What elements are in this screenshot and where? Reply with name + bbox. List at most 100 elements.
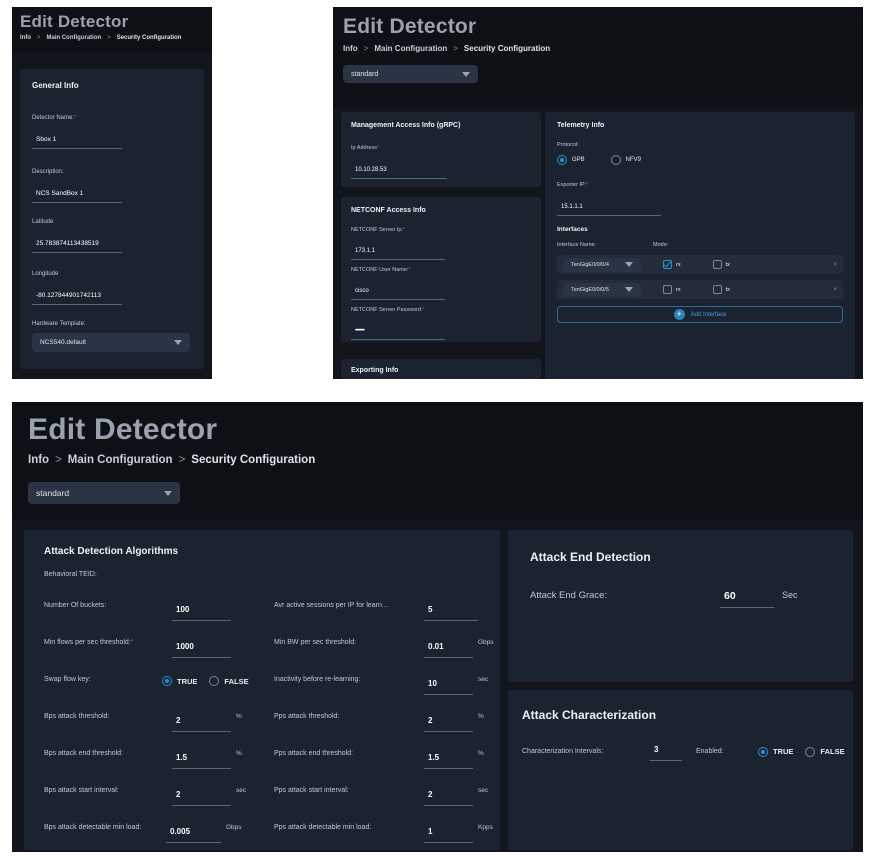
- bps-attack-detectable-min-load-unit: Gbps: [226, 824, 242, 831]
- inactivity-before-relearning-unit: sec: [478, 676, 489, 683]
- bps-attack-detectable-min-load-label: Bps attack detectable min load:: [44, 824, 142, 831]
- min-bw-per-sec-threshold-input[interactable]: 0.01: [424, 636, 473, 658]
- pps-attack-end-threshold-input[interactable]: 1.5: [424, 747, 473, 769]
- detector-name-input[interactable]: Sbox 1: [32, 128, 122, 149]
- breadcrumb-item-security-configuration[interactable]: Security Configuration: [117, 35, 182, 41]
- profile-select-value: standard: [36, 488, 70, 498]
- min-flows-per-sec-threshold-label: Min flows per sec threshold:: [44, 639, 131, 646]
- panel-security-configuration: Edit Detector Info > Main Configuration …: [12, 402, 863, 852]
- bps-attack-threshold-input[interactable]: 2: [172, 710, 231, 732]
- breadcrumb-item-main-configuration[interactable]: Main Configuration: [47, 35, 102, 41]
- protocol-radio-gpb[interactable]: GPB: [557, 155, 585, 165]
- page-title: Edit Detector: [343, 15, 477, 38]
- panel-info-header: Edit Detector Info > Main Configuration …: [12, 7, 212, 52]
- breadcrumb-separator-icon: >: [107, 35, 111, 41]
- mode-rx-checkbox-0[interactable]: [663, 260, 672, 269]
- description-label: Description:: [32, 169, 64, 175]
- pps-attack-detectable-min-load-value: 1: [428, 827, 433, 836]
- remove-interface-button-0[interactable]: ×: [833, 262, 837, 268]
- netconf-password-input[interactable]: ••••••••: [351, 319, 445, 340]
- characterization-intervals-input[interactable]: 3: [650, 739, 682, 761]
- breadcrumb-item-security-configuration[interactable]: Security Configuration: [191, 454, 315, 466]
- netconf-server-ip-input[interactable]: 173.1.1: [351, 239, 445, 260]
- swap-flow-key-radio-true[interactable]: TRUE: [162, 676, 197, 686]
- number-of-buckets-input[interactable]: 100: [172, 599, 231, 621]
- breadcrumb-item-security-configuration[interactable]: Security Configuration: [464, 44, 550, 53]
- breadcrumb-item-main-configuration[interactable]: Main Configuration: [374, 44, 447, 53]
- characterization-enabled-radio-false[interactable]: FALSE: [805, 746, 845, 757]
- page-title: Edit Detector: [20, 12, 129, 31]
- add-interface-button[interactable]: + Add Interface: [557, 306, 843, 323]
- interfaces-title: Interfaces: [557, 226, 588, 233]
- mode-tx-checkbox-1[interactable]: [712, 285, 722, 294]
- breadcrumb-item-info[interactable]: Info: [28, 454, 49, 466]
- min-bw-per-sec-threshold-value: 0.01: [428, 642, 444, 651]
- breadcrumb-item-info[interactable]: Info: [343, 44, 358, 53]
- pps-attack-start-interval-input[interactable]: 2: [424, 784, 473, 806]
- min-flows-per-sec-threshold-value: 1000: [176, 642, 194, 651]
- bps-attack-start-interval-input[interactable]: 2: [172, 784, 231, 806]
- page-title: Edit Detector: [28, 413, 218, 446]
- pps-attack-detectable-min-load-input[interactable]: 1: [424, 821, 473, 843]
- breadcrumb: Info > Main Configuration > Security Con…: [28, 454, 847, 466]
- exporter-ip-input[interactable]: 15.1.1.1: [557, 195, 661, 216]
- inactivity-before-relearning-input[interactable]: 10: [424, 673, 473, 695]
- radio-dot-icon: [805, 746, 816, 757]
- bps-attack-detectable-min-load-input[interactable]: 0.005: [166, 821, 221, 843]
- avr-active-sessions-input[interactable]: 5: [424, 599, 478, 621]
- profile-select[interactable]: standard: [28, 482, 180, 504]
- pps-attack-start-interval-label: Pps attack start interval:: [274, 787, 349, 794]
- description-value: NCS SandBox 1: [36, 190, 84, 197]
- interface-name-select-1[interactable]: TenGigE0/0/0/5: [563, 282, 641, 297]
- breadcrumb-item-info[interactable]: Info: [20, 35, 31, 41]
- breadcrumb-separator-icon: >: [453, 44, 458, 53]
- longitude-label: Longitude: [32, 271, 59, 277]
- profile-select[interactable]: standard: [343, 65, 478, 83]
- detector-name-value: Sbox 1: [36, 136, 57, 143]
- field-row: Pps attack detectable min load: 1 Kpps: [274, 824, 494, 852]
- protocol-radio-nfv9[interactable]: NFV9: [610, 155, 641, 165]
- mode-rx-label: rx: [676, 286, 681, 293]
- attack-end-detection-title: Attack End Detection: [530, 550, 651, 564]
- panel-main-header: Edit Detector Info > Main Configuration …: [333, 7, 863, 107]
- field-row: Pps attack end threshold: 1.5 %: [274, 750, 494, 787]
- field-row: Swap flow key: TRUE FALSE: [44, 676, 259, 713]
- min-bw-per-sec-threshold-unit: Gbps: [478, 639, 494, 646]
- min-flows-per-sec-threshold-input[interactable]: 1000: [172, 636, 231, 658]
- hardware-template-select[interactable]: NCS540.default: [32, 333, 190, 352]
- pps-attack-detectable-min-load-label: Pps attack detectable min load:: [274, 824, 372, 831]
- management-access-title: Management Access Info (gRPC): [351, 122, 461, 129]
- attack-end-grace-input[interactable]: 60: [720, 586, 774, 608]
- swap-flow-key-radio-false[interactable]: FALSE: [209, 676, 249, 686]
- breadcrumb-separator-icon: >: [363, 44, 369, 53]
- panel-security-header: Edit Detector Info > Main Configuration …: [12, 402, 863, 520]
- radio-dot-icon: [610, 155, 621, 165]
- interface-name-column-header: Interface Name:: [557, 242, 597, 248]
- netconf-username-label: NETCONF User Name:: [351, 267, 409, 273]
- mode-rx-checkbox-1[interactable]: [663, 285, 672, 294]
- attack-detection-algorithms-title: Attack Detection Algorithms: [44, 546, 179, 557]
- description-input[interactable]: NCS SandBox 1: [32, 182, 122, 203]
- mode-tx-label: tx: [725, 261, 730, 268]
- latitude-input[interactable]: 25.783874113438519: [32, 232, 122, 253]
- characterization-intervals-value: 3: [654, 745, 659, 754]
- longitude-input[interactable]: -80.127844901742113: [32, 284, 122, 305]
- pps-attack-threshold-input[interactable]: 2: [424, 710, 473, 732]
- inactivity-before-relearning-value: 10: [428, 679, 437, 688]
- netconf-username-input[interactable]: cisco: [351, 279, 445, 300]
- bps-attack-end-threshold-input[interactable]: 1.5: [172, 747, 231, 769]
- characterization-enabled-radio-true[interactable]: TRUE: [758, 746, 793, 757]
- ip-address-input[interactable]: 10.10.28.53: [351, 158, 447, 179]
- interface-name-select-0[interactable]: TenGigE0/0/0/4: [563, 257, 641, 272]
- mode-tx-checkbox-0[interactable]: [712, 260, 722, 269]
- breadcrumb-item-main-configuration[interactable]: Main Configuration: [68, 454, 173, 466]
- remove-interface-button-1[interactable]: ×: [833, 287, 837, 293]
- required-marker: *: [408, 267, 411, 273]
- attack-end-grace-unit: Sec: [782, 590, 798, 600]
- protocol-label: Protocol:: [557, 142, 579, 148]
- radio-dot-icon: [758, 746, 768, 757]
- algorithms-left-column: Number Of buckets: 100 Min flows per sec…: [44, 602, 259, 852]
- characterization-enabled-false-label: FALSE: [820, 747, 845, 756]
- swap-flow-key-true-label: TRUE: [177, 676, 198, 686]
- bps-attack-start-interval-label: Bps attack start interval:: [44, 787, 119, 794]
